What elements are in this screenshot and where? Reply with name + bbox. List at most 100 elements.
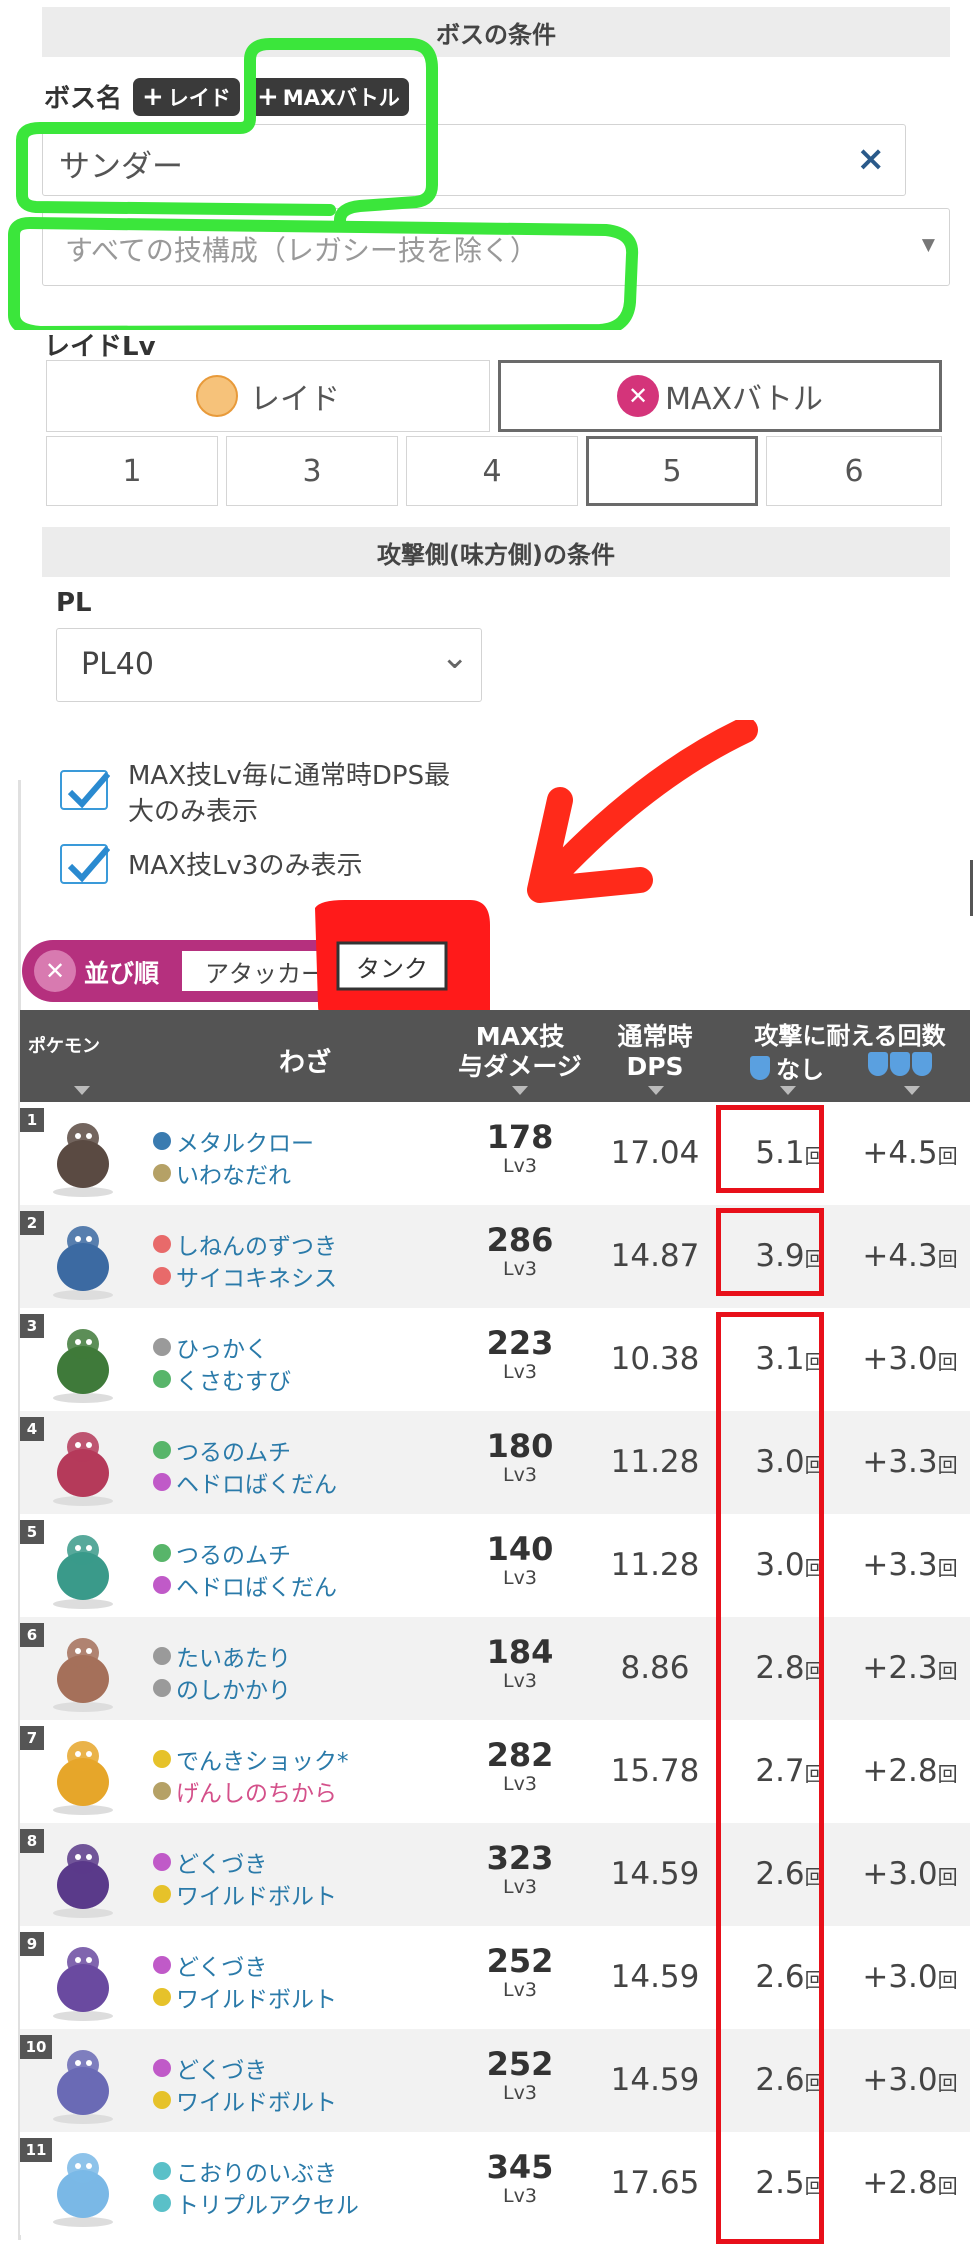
level-label: 6 — [844, 453, 864, 489]
max-damage-cell: 140 Lv3 — [460, 1532, 580, 1590]
attacker-section-header: 攻撃側(味方側)の条件 — [42, 527, 950, 577]
header-max-dmg[interactable]: MAX技 与ダメージ — [430, 1022, 610, 1082]
clear-icon[interactable]: × — [857, 139, 886, 179]
table-row[interactable]: 1 メタルクロー いわなだれ 178 Lv3 17.04 5.1回 +4.5回 — [20, 1102, 970, 1205]
pokemon-image[interactable] — [38, 1833, 128, 1919]
fast-move[interactable]: どくづき — [153, 1845, 267, 1879]
pokemon-image[interactable] — [38, 1215, 128, 1301]
charged-move[interactable]: ヘドロばくだん — [153, 1465, 337, 1499]
fast-move[interactable]: つるのムチ — [153, 1433, 291, 1467]
sort-arrow-icon[interactable] — [904, 1086, 920, 1095]
table-row[interactable]: 2 しねんのずつき サイコキネシス 286 Lv3 14.87 3.9回 +4.3回 — [20, 1205, 970, 1308]
pokemon-image[interactable] — [38, 1318, 128, 1404]
move-type-icon — [153, 1544, 171, 1562]
header-dps[interactable]: 通常時 DPS — [595, 1022, 715, 1082]
pokemon-image[interactable] — [38, 2142, 128, 2228]
fast-move[interactable]: でんきショック* — [153, 1742, 349, 1776]
charged-move[interactable]: いわなだれ — [153, 1156, 291, 1190]
dps-value: 14.59 — [610, 2062, 700, 2098]
pl-label: PL — [56, 588, 92, 618]
max-move-level: Lv3 — [503, 1979, 537, 2001]
level-label: 4 — [482, 453, 502, 489]
fast-move[interactable]: つるのムチ — [153, 1536, 291, 1570]
count-unit: 回 — [937, 1865, 958, 1889]
level-label: 5 — [662, 453, 682, 489]
endure-count-value: +3.0 — [862, 2062, 938, 2098]
fast-move-label: つるのムチ — [176, 1440, 291, 1466]
fast-move[interactable]: ひっかく — [153, 1330, 268, 1364]
charged-move-label: のしかかり — [176, 1678, 291, 1704]
table-row[interactable]: 5 つるのムチ ヘドロばくだん 140 Lv3 11.28 3.0回 +3.3回 — [20, 1514, 970, 1617]
move-type-icon — [153, 2059, 171, 2077]
count-unit: 回 — [937, 1247, 958, 1271]
table-row[interactable]: 3 ひっかく くさむすび 223 Lv3 10.38 3.1回 +3.0回 — [20, 1308, 970, 1411]
level-button-4[interactable]: 4 — [406, 436, 578, 506]
table-row[interactable]: 8 どくづき ワイルドボルト 323 Lv3 14.59 2.6回 +3.0回 — [20, 1823, 970, 1926]
table-row[interactable]: 6 たいあたり のしかかり 184 Lv3 8.86 2.8回 +2.3回 — [20, 1617, 970, 1720]
charged-move[interactable]: ワイルドボルト — [153, 1980, 337, 2014]
raid-type-max-button[interactable]: ✕ MAXバトル — [498, 360, 942, 432]
header-no-shield[interactable]: なし — [732, 1050, 842, 1085]
sort-arrow-icon[interactable] — [648, 1086, 664, 1095]
charged-move[interactable]: ヘドロばくだん — [153, 1568, 337, 1602]
endure-count-shield: +4.5回 — [850, 1135, 970, 1171]
max-move-level: Lv3 — [503, 1876, 537, 1898]
table-row[interactable]: 9 どくづき ワイルドボルト 252 Lv3 14.59 2.6回 +3.0回 — [20, 1926, 970, 2029]
charged-move[interactable]: げんしのちから — [153, 1774, 337, 1808]
max-damage-cell: 184 Lv3 — [460, 1635, 580, 1693]
table-row[interactable]: 4 つるのムチ ヘドロばくだん 180 Lv3 11.28 3.0回 +3.3回 — [20, 1411, 970, 1514]
level-button-6[interactable]: 6 — [766, 436, 942, 506]
charged-move[interactable]: くさむすび — [153, 1362, 291, 1396]
endure-count-value: +3.0 — [862, 1856, 938, 1892]
fast-move[interactable]: たいあたり — [153, 1639, 291, 1673]
level-label: 3 — [302, 453, 322, 489]
pokemon-image[interactable] — [38, 1936, 128, 2022]
sort-arrow-icon[interactable] — [512, 1086, 528, 1095]
fast-move[interactable]: しねんのずつき — [153, 1227, 337, 1261]
level-button-5[interactable]: 5 — [586, 436, 758, 506]
max-damage-value: 223 — [486, 1324, 554, 1362]
table-row[interactable]: 10 どくづき ワイルドボルト 252 Lv3 14.59 2.6回 +3.0回 — [20, 2029, 970, 2132]
pokemon-image[interactable] — [38, 2039, 128, 2125]
endure-count-value: +4.3 — [862, 1238, 938, 1274]
pokemon-image[interactable] — [38, 1112, 128, 1198]
endure-count-shield: +3.0回 — [850, 2062, 970, 2098]
fast-move[interactable]: メタルクロー — [153, 1124, 314, 1158]
move-type-icon — [153, 2194, 171, 2212]
pokemon-image[interactable] — [38, 1421, 128, 1507]
count-unit: 回 — [937, 1762, 958, 1786]
highlight-box-2 — [716, 1208, 824, 1296]
raid-level-label: レイドLv — [44, 332, 156, 362]
charged-move[interactable]: のしかかり — [153, 1671, 291, 1705]
sort-arrow-icon[interactable] — [74, 1086, 90, 1095]
raid-type-raid-button[interactable]: レイド — [46, 360, 490, 432]
move-type-icon — [153, 1988, 171, 2006]
level-button-1[interactable]: 1 — [46, 436, 218, 506]
max-move-level: Lv3 — [503, 1567, 537, 1589]
fast-move-label: しねんのずつき — [176, 1234, 337, 1260]
charged-move[interactable]: ワイルドボルト — [153, 2083, 337, 2117]
max-move-level: Lv3 — [503, 2185, 537, 2207]
sort-arrow-icon[interactable] — [780, 1086, 796, 1095]
header-pokemon[interactable]: ポケモン — [28, 1032, 100, 1058]
pl-select[interactable]: PL40 ⌄ — [56, 628, 482, 702]
max-damage-value: 345 — [486, 2148, 554, 2186]
fast-move[interactable]: どくづき — [153, 2051, 267, 2085]
fast-move[interactable]: どくづき — [153, 1948, 267, 1982]
header-three-shields[interactable] — [868, 1052, 932, 1076]
table-row[interactable]: 11 こおりのいぶき トリプルアクセル 345 Lv3 17.65 2.5回 +2.8回 — [20, 2132, 970, 2235]
highlight-box-1 — [716, 1105, 824, 1193]
table-row[interactable]: 7 でんきショック* げんしのちから 282 Lv3 15.78 2.7回 +2.8回 — [20, 1720, 970, 1823]
fast-move[interactable]: こおりのいぶき — [153, 2154, 337, 2188]
charged-move[interactable]: トリプルアクセル — [153, 2186, 359, 2220]
pokemon-image[interactable] — [38, 1627, 128, 1713]
dps-value: 17.04 — [610, 1135, 700, 1171]
charged-move[interactable]: ワイルドボルト — [153, 1877, 337, 1911]
max-damage-value: 252 — [486, 2045, 554, 2083]
pokemon-image[interactable] — [38, 1730, 128, 1816]
level-button-3[interactable]: 3 — [226, 436, 398, 506]
fast-move-label: メタルクロー — [176, 1131, 314, 1157]
header-moves[interactable]: わざ — [260, 1042, 350, 1079]
pokemon-image[interactable] — [38, 1524, 128, 1610]
charged-move[interactable]: サイコキネシス — [153, 1259, 337, 1293]
